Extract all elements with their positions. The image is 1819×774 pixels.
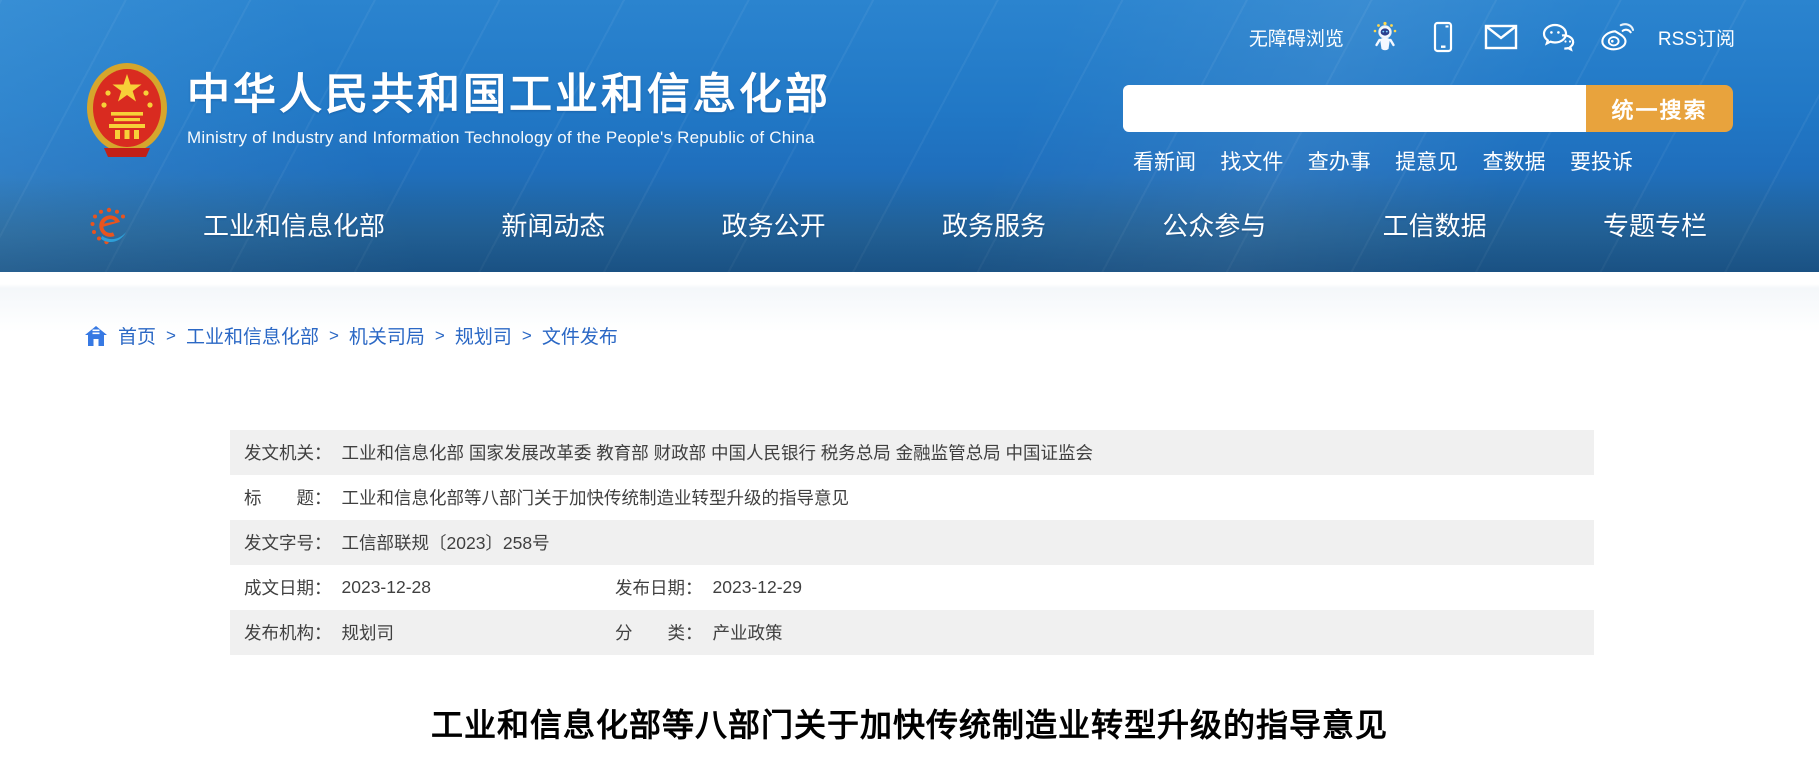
quick-link-feedback[interactable]: 提意见 [1395, 146, 1458, 176]
quick-links: 看新闻 找文件 查办事 提意见 查数据 要投诉 [1133, 146, 1633, 176]
search-button[interactable]: 统一搜索 [1586, 85, 1733, 132]
wechat-icon[interactable] [1542, 20, 1576, 54]
miit-portal-page: 无障碍浏览 [0, 0, 1819, 774]
meta-value: 工信部联规〔2023〕258号 [342, 530, 550, 555]
breadcrumb-separator: > [522, 326, 532, 346]
meta-value: 2023-12-29 [713, 577, 803, 598]
accessibility-link[interactable]: 无障碍浏览 [1249, 24, 1344, 51]
meta-row-publisher-category: 发布机构： 规划司 分 类： 产业政策 [230, 610, 1594, 655]
robot-assistant-icon[interactable] [1368, 20, 1402, 54]
meta-label: 发文字号： [244, 530, 332, 555]
quick-link-complaint[interactable]: 要投诉 [1570, 146, 1633, 176]
meta-value: 工业和信息化部 国家发展改革委 教育部 财政部 中国人民银行 税务总局 金融监管… [342, 440, 1094, 465]
national-emblem-logo[interactable] [84, 60, 170, 160]
quick-link-documents[interactable]: 找文件 [1220, 146, 1283, 176]
meta-label: 标 题： [244, 485, 332, 510]
breadcrumb-departments[interactable]: 机关司局 [349, 322, 425, 349]
meta-label: 分 类： [615, 620, 703, 645]
quick-link-data[interactable]: 查数据 [1483, 146, 1546, 176]
meta-label: 发布机构： [244, 620, 332, 645]
site-title-block: 中华人民共和国工业和信息化部 Ministry of Industry and … [187, 60, 831, 148]
breadcrumb-separator: > [435, 326, 445, 346]
breadcrumb-document-release[interactable]: 文件发布 [542, 322, 618, 349]
unified-search-bar: 统一搜索 [1123, 85, 1733, 132]
meta-label: 发文机关： [244, 440, 332, 465]
home-icon[interactable] [84, 325, 108, 347]
site-brand: 中华人民共和国工业和信息化部 Ministry of Industry and … [84, 60, 831, 160]
nav-item-ministry[interactable]: 工业和信息化部 [203, 206, 385, 243]
site-subtitle: Ministry of Industry and Information Tec… [187, 128, 831, 148]
quick-link-services[interactable]: 查办事 [1308, 146, 1371, 176]
main-navigation: 工业和信息化部 新闻动态 政务公开 政务服务 公众参与 工信数据 专题专栏 [203, 206, 1707, 243]
breadcrumb-ministry[interactable]: 工业和信息化部 [186, 322, 319, 349]
meta-row-dates: 成文日期： 2023-12-28 发布日期： 2023-12-29 [230, 565, 1594, 610]
nav-item-news[interactable]: 新闻动态 [501, 206, 605, 243]
mail-icon[interactable] [1484, 20, 1518, 54]
weibo-icon[interactable] [1600, 20, 1634, 54]
meta-value: 规划司 [342, 620, 395, 645]
meta-row-title: 标 题： 工业和信息化部等八部门关于加快传统制造业转型升级的指导意见 [230, 475, 1594, 520]
meta-row-issuing-agencies: 发文机关： 工业和信息化部 国家发展改革委 教育部 财政部 中国人民银行 税务总… [230, 430, 1594, 475]
rss-link[interactable]: RSS订阅 [1658, 24, 1735, 51]
search-input[interactable] [1123, 85, 1586, 132]
document-meta-table: 发文机关： 工业和信息化部 国家发展改革委 教育部 财政部 中国人民银行 税务总… [230, 430, 1594, 655]
meta-label: 发布日期： [615, 575, 703, 600]
meta-value: 产业政策 [713, 620, 783, 645]
breadcrumb-separator: > [329, 326, 339, 346]
header-banner: 无障碍浏览 [0, 0, 1819, 272]
nav-item-miit-data[interactable]: 工信数据 [1383, 206, 1487, 243]
meta-pair-publish-date: 发布日期： 2023-12-29 [615, 565, 802, 610]
breadcrumb-planning-dept[interactable]: 规划司 [455, 322, 512, 349]
meta-value: 工业和信息化部等八部门关于加快传统制造业转型升级的指导意见 [342, 485, 850, 510]
article-title: 工业和信息化部等八部门关于加快传统制造业转型升级的指导意见 [0, 700, 1819, 746]
nav-item-gov-affairs[interactable]: 政务公开 [722, 206, 826, 243]
meta-row-doc-number: 发文字号： 工信部联规〔2023〕258号 [230, 520, 1594, 565]
nav-item-participation[interactable]: 公众参与 [1162, 206, 1266, 243]
utility-topbar: 无障碍浏览 [1249, 20, 1735, 54]
nav-item-gov-services[interactable]: 政务服务 [942, 206, 1046, 243]
quick-link-news[interactable]: 看新闻 [1133, 146, 1196, 176]
miit-e-logo-icon[interactable] [86, 204, 132, 250]
mobile-version-icon[interactable] [1426, 20, 1460, 54]
meta-pair-category: 分 类： 产业政策 [615, 610, 783, 655]
nav-item-special-topics[interactable]: 专题专栏 [1603, 206, 1707, 243]
meta-value: 2023-12-28 [342, 577, 432, 598]
meta-label: 成文日期： [244, 575, 332, 600]
breadcrumb-home[interactable]: 首页 [118, 322, 156, 349]
breadcrumb-separator: > [166, 326, 176, 346]
site-title: 中华人民共和国工业和信息化部 [187, 72, 831, 119]
breadcrumb: 首页 > 工业和信息化部 > 机关司局 > 规划司 > 文件发布 [84, 322, 618, 349]
